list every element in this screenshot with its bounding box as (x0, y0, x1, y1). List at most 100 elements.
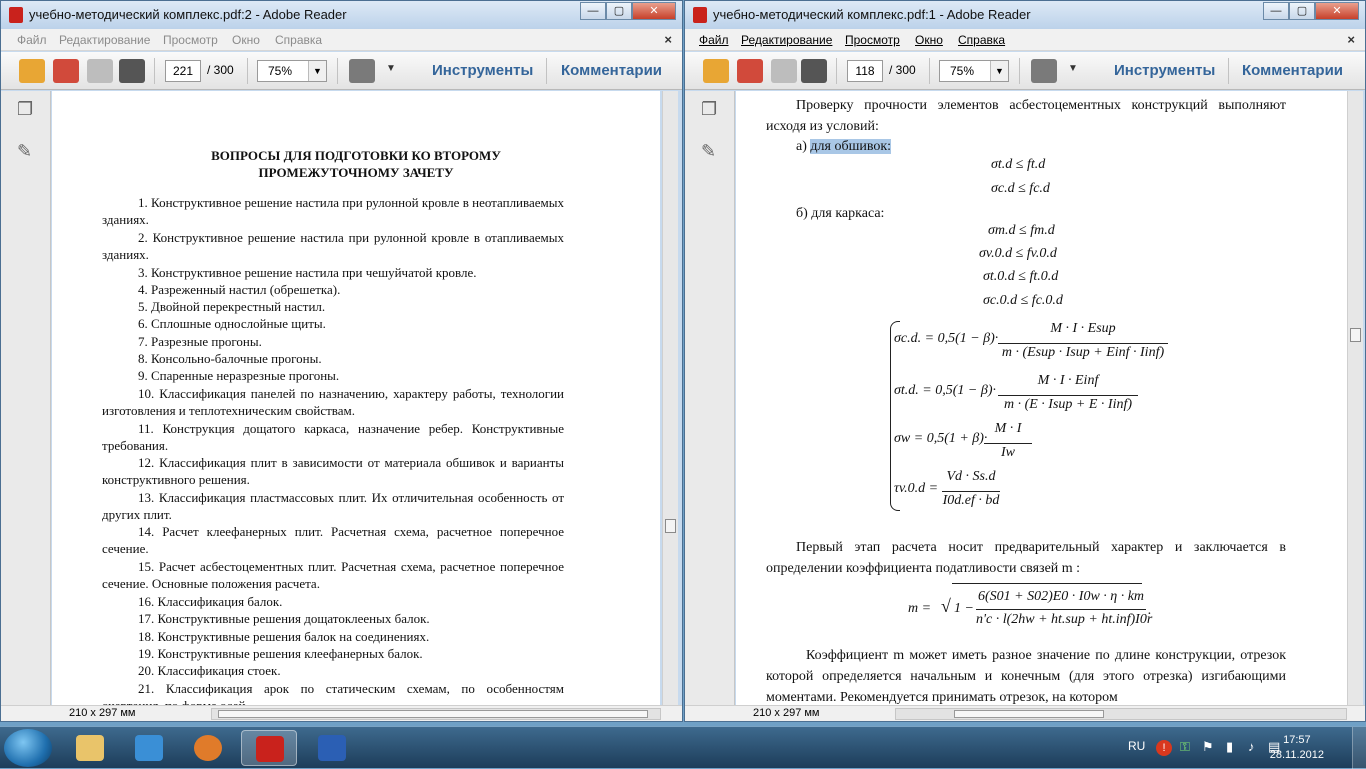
maximize-button[interactable]: ▢ (606, 2, 632, 20)
zoom-value: 75% (268, 64, 293, 78)
flag-icon[interactable]: ⚑ (1202, 739, 1214, 755)
menu-file[interactable]: Файл (17, 33, 47, 47)
menu-view[interactable]: Просмотр (845, 33, 900, 47)
scroll-thumb[interactable] (218, 710, 648, 718)
right-vertical-scrollbar[interactable] (1347, 91, 1363, 705)
menu-file[interactable]: Файл (699, 33, 729, 47)
right-window-title: учебно-методический комплекс.pdf:1 - Ado… (713, 7, 1031, 22)
menu-edit[interactable]: Редактирование (59, 33, 150, 47)
question-item: 8. Консольно-балочные прогоны. (138, 351, 322, 366)
start-button[interactable] (4, 729, 52, 767)
chevron-down-icon[interactable]: ▼ (308, 61, 326, 81)
scroll-thumb[interactable] (954, 710, 1104, 718)
scroll-thumb[interactable] (1350, 328, 1361, 342)
fit-page-icon[interactable] (349, 59, 375, 83)
scroll-thumb[interactable] (665, 519, 676, 533)
taskbar-explorer[interactable] (62, 730, 118, 766)
close-document-icon[interactable]: × (664, 32, 672, 47)
media-player-icon (135, 735, 163, 761)
right-horizontal-scrollbar[interactable] (895, 708, 1347, 720)
save-icon[interactable] (87, 59, 113, 83)
taskbar-adobe-reader[interactable] (241, 730, 297, 766)
print-icon[interactable] (801, 59, 827, 83)
open-file-icon[interactable] (19, 59, 45, 83)
question-item: 2. Конструктивное решение настила при ру… (102, 230, 564, 262)
tools-button[interactable]: Инструменты (1114, 62, 1215, 79)
more-tools-arrow-icon[interactable]: ▼ (1068, 63, 1078, 74)
left-horizontal-scrollbar[interactable] (211, 708, 661, 720)
page-number-input[interactable]: 221 (165, 60, 201, 82)
language-indicator[interactable]: RU (1128, 739, 1145, 753)
right-document-view[interactable]: Проверку прочности элементов асбестоцеме… (736, 91, 1347, 705)
create-pdf-icon[interactable] (737, 59, 763, 83)
close-window-button[interactable]: ✕ (632, 2, 676, 20)
right-reader-window[interactable]: учебно-методический комплекс.pdf:1 - Ado… (684, 0, 1366, 722)
menu-edit[interactable]: Редактирование (741, 33, 832, 47)
close-window-button[interactable]: ✕ (1315, 2, 1359, 20)
system-eq4-denominator: I0d.ef · bd (942, 493, 1000, 508)
taskbar-firefox[interactable] (180, 730, 236, 766)
menu-window[interactable]: Окно (915, 33, 943, 47)
fit-page-icon[interactable] (1031, 59, 1057, 83)
left-title-bar[interactable]: учебно-методический комплекс.pdf:2 - Ado… (1, 1, 682, 29)
attachments-icon[interactable]: ✎ (701, 141, 719, 163)
zoom-select[interactable]: 75% ▼ (257, 60, 327, 82)
attachments-icon[interactable]: ✎ (17, 141, 35, 163)
print-icon[interactable] (119, 59, 145, 83)
doc-title-line2: ПРОМЕЖУТОЧНОМУ ЗАЧЕТУ (258, 165, 454, 180)
system-eq3-numerator: M · I (994, 421, 1022, 436)
power-icon[interactable]: ▮ (1226, 739, 1233, 755)
pages-icon[interactable]: ❐ (17, 99, 35, 121)
menu-view[interactable]: Просмотр (163, 33, 218, 47)
minimize-button[interactable]: — (580, 2, 606, 20)
taskbar-word[interactable] (304, 730, 360, 766)
more-tools-arrow-icon[interactable]: ▼ (386, 63, 396, 74)
question-item: 19. Конструктивные решения клеефанерных … (138, 646, 423, 661)
system-eq1-left: σc.d. = 0,5(1 − β)· (894, 331, 999, 346)
pages-icon[interactable]: ❐ (701, 99, 719, 121)
comments-button[interactable]: Комментарии (1242, 62, 1343, 79)
left-document-view[interactable]: ВОПРОСЫ ДЛЯ ПОДГОТОВКИ КО ВТОРОМУ ПРОМЕЖ… (52, 91, 660, 705)
right-title-bar[interactable]: учебно-методический комплекс.pdf:1 - Ado… (685, 1, 1365, 29)
pdf-app-icon (693, 7, 707, 23)
selected-text-highlight[interactable]: для обшивок: (810, 139, 892, 154)
question-item: 17. Конструктивные решения дощатоклееных… (138, 611, 430, 626)
formula-b1: σm.d ≤ fm.d (988, 223, 1055, 238)
question-item: 13. Классификация пластмассовых плит. Их… (102, 490, 564, 522)
fraction-line (998, 395, 1138, 396)
question-item: 16. Классификация балок. (138, 594, 283, 609)
left-vertical-scrollbar[interactable] (662, 91, 678, 705)
volume-icon[interactable]: ♪ (1248, 739, 1255, 754)
system-clock[interactable]: 17:57 28.11.2012 (1270, 733, 1324, 763)
doc-title-line1: ВОПРОСЫ ДЛЯ ПОДГОТОВКИ КО ВТОРОМУ (211, 148, 501, 163)
right-pdf-page: Проверку прочности элементов асбестоцеме… (736, 91, 1347, 705)
menu-window[interactable]: Окно (232, 33, 260, 47)
page-total: / 300 (207, 63, 234, 77)
system-eq3-denominator: Iw (1001, 445, 1015, 460)
warning-icon[interactable]: ! (1156, 740, 1172, 756)
create-pdf-icon[interactable] (53, 59, 79, 83)
page-total: / 300 (889, 63, 916, 77)
minimize-button[interactable]: — (1263, 2, 1289, 20)
toolbar-divider (546, 58, 547, 84)
network-key-icon[interactable]: ⚿ (1180, 739, 1190, 755)
page-number-input[interactable]: 118 (847, 60, 883, 82)
left-reader-window[interactable]: учебно-методический комплекс.pdf:2 - Ado… (0, 0, 683, 722)
question-item: 11. Конструкция дощатого каркаса, назнач… (102, 421, 564, 453)
zoom-select[interactable]: 75% ▼ (939, 60, 1009, 82)
taskbar-media-player[interactable] (121, 730, 177, 766)
adobe-reader-icon (256, 736, 284, 762)
formula-a2: σc.d ≤ fc.d (991, 181, 1050, 196)
tools-button[interactable]: Инструменты (432, 62, 533, 79)
save-icon[interactable] (771, 59, 797, 83)
menu-help[interactable]: Справка (275, 33, 322, 47)
left-status-bar: 210 x 297 мм (1, 705, 682, 721)
menu-help[interactable]: Справка (958, 33, 1005, 47)
open-file-icon[interactable] (703, 59, 729, 83)
close-document-icon[interactable]: × (1347, 32, 1355, 47)
maximize-button[interactable]: ▢ (1289, 2, 1315, 20)
chevron-down-icon[interactable]: ▼ (990, 61, 1008, 81)
show-desktop-button[interactable] (1352, 727, 1366, 769)
comments-button[interactable]: Комментарии (561, 62, 662, 79)
question-item: 1. Конструктивное решение настила при ру… (102, 195, 564, 227)
